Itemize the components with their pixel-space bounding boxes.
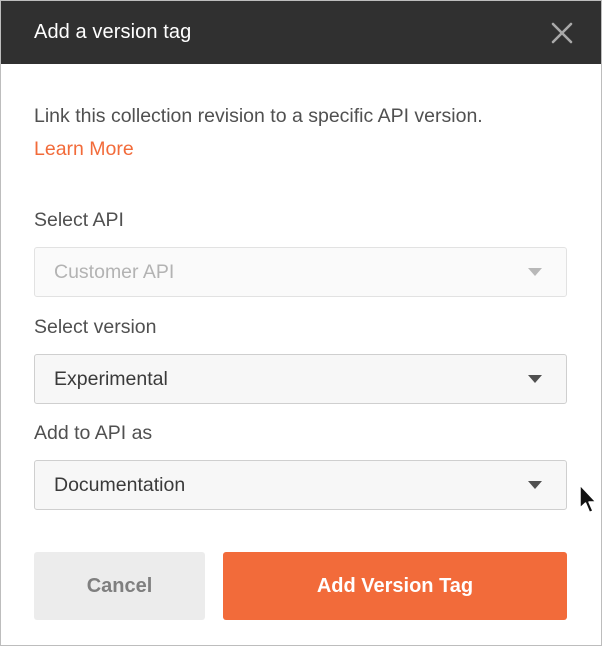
chevron-down-icon — [528, 375, 542, 383]
select-api-dropdown: Customer API — [34, 247, 567, 297]
learn-more-link[interactable]: Learn More — [34, 138, 134, 160]
select-version-dropdown[interactable]: Experimental — [34, 354, 567, 404]
dialog-title: Add a version tag — [34, 21, 192, 43]
dialog-body: Link this collection revision to a speci… — [34, 64, 568, 620]
add-to-api-as-value: Documentation — [54, 473, 186, 496]
select-api-label: Select API — [34, 209, 124, 231]
close-icon — [551, 22, 573, 43]
dialog-description: Link this collection revision to a speci… — [34, 100, 568, 166]
dialog-header: Add a version tag — [1, 1, 601, 64]
add-version-tag-button[interactable]: Add Version Tag — [223, 552, 567, 620]
close-button[interactable] — [547, 18, 577, 48]
cancel-button[interactable]: Cancel — [34, 552, 205, 620]
add-version-tag-dialog: Add a version tag Link this collection r… — [0, 0, 602, 646]
select-version-value: Experimental — [54, 367, 168, 390]
chevron-down-icon — [528, 268, 542, 276]
description-text: Link this collection revision to a speci… — [34, 105, 483, 127]
select-api-value: Customer API — [54, 260, 175, 283]
add-to-api-as-label: Add to API as — [34, 422, 153, 444]
add-to-api-as-dropdown[interactable]: Documentation — [34, 460, 567, 510]
select-version-label: Select version — [34, 316, 157, 338]
chevron-down-icon — [528, 481, 542, 489]
mouse-pointer-icon — [579, 484, 597, 514]
